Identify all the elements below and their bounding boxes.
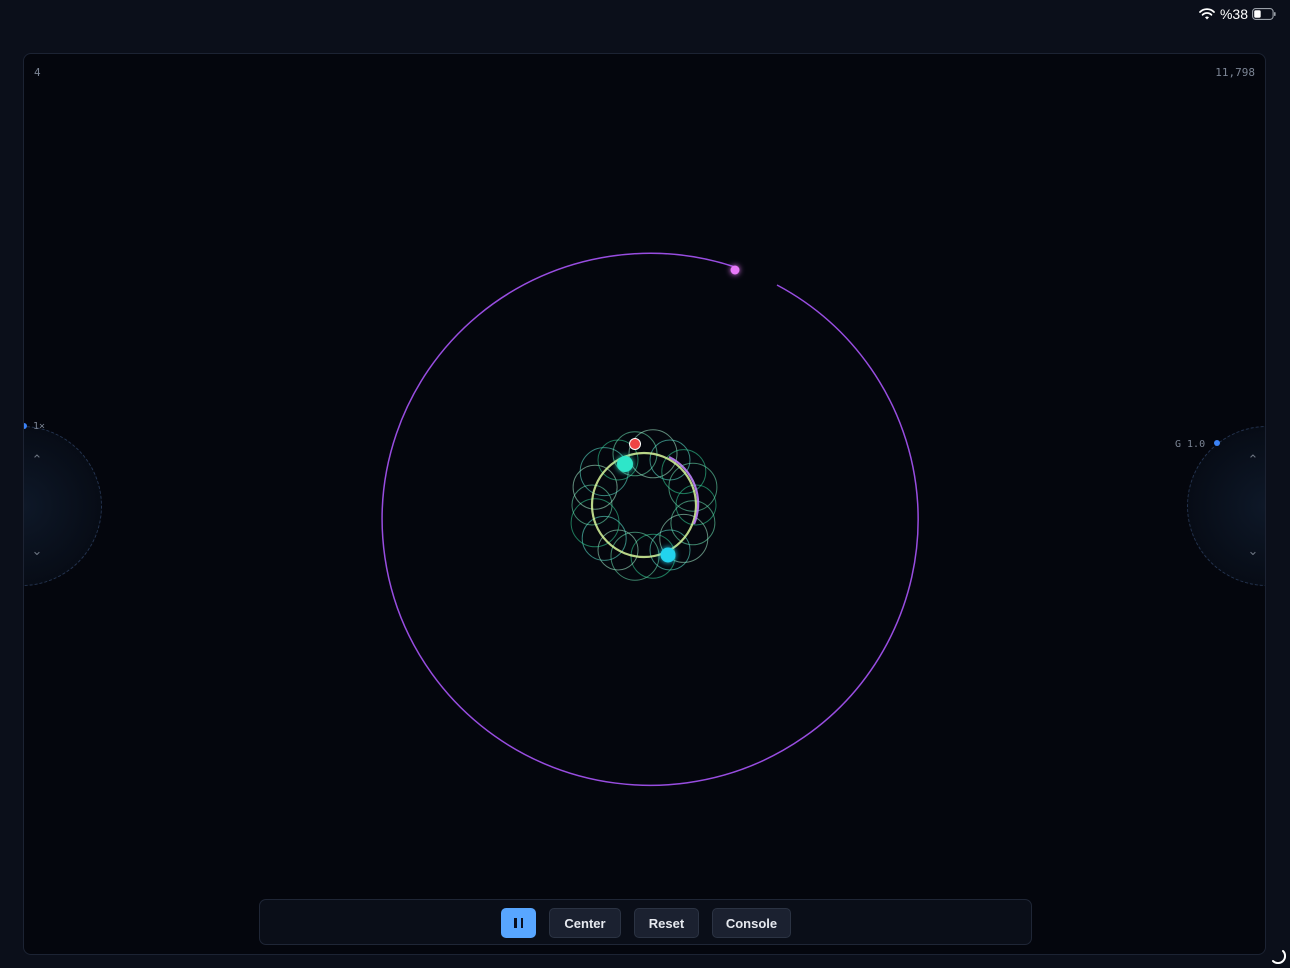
loading-spinner-icon <box>1272 950 1286 964</box>
pause-button[interactable] <box>501 908 536 938</box>
center-button[interactable]: Center <box>549 908 621 938</box>
gravity-label: G 1.0 <box>1175 439 1206 450</box>
outer-planet[interactable] <box>730 265 740 275</box>
gravity-dial-indicator <box>1214 440 1220 446</box>
chevron-up-icon[interactable]: ⌃ <box>30 453 44 466</box>
outer-orbit-trail <box>381 252 919 787</box>
battery-icon <box>1252 8 1276 20</box>
simulation-panel[interactable]: 4 11,798 1× ⌃ ⌄ G 1.0 ⌃ ⌄ Center Reset C… <box>23 53 1266 955</box>
orbit-canvas[interactable] <box>24 54 1266 955</box>
pause-icon <box>514 918 523 928</box>
red-body[interactable] <box>629 438 641 450</box>
battery-percent: %38 <box>1219 6 1248 22</box>
console-button[interactable]: Console <box>712 908 791 938</box>
wifi-icon <box>1199 8 1215 20</box>
chevron-down-icon[interactable]: ⌄ <box>1246 544 1260 557</box>
control-toolbar: Center Reset Console <box>259 899 1032 945</box>
chevron-up-icon[interactable]: ⌃ <box>1246 453 1260 466</box>
teal-body[interactable] <box>617 456 633 472</box>
status-bar: %38 <box>0 0 1290 32</box>
chevron-down-icon[interactable]: ⌄ <box>30 544 44 557</box>
status-indicators: %38 <box>1198 6 1276 22</box>
cyan-body[interactable] <box>660 547 676 563</box>
reset-button[interactable]: Reset <box>634 908 699 938</box>
speed-label: 1× <box>33 421 46 432</box>
